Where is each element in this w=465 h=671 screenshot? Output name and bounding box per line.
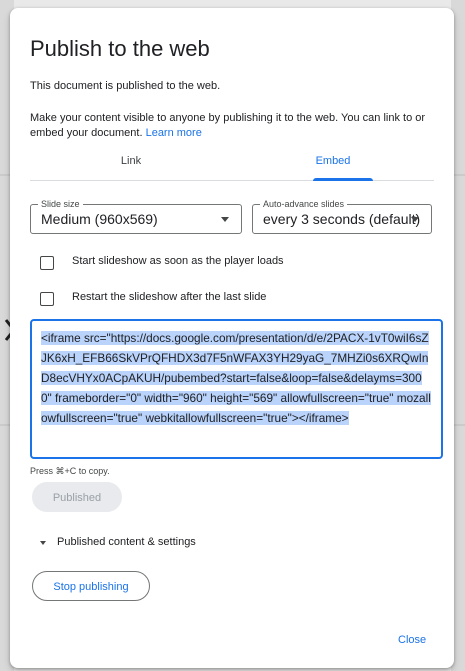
tab-link[interactable]: Link <box>30 148 232 180</box>
tab-bar: Link Embed <box>30 148 434 181</box>
slide-size-label: Slide size <box>38 198 83 210</box>
publish-status: This document is published to the web. <box>30 80 221 92</box>
embed-code-text: <iframe src="https://docs.google.com/pre… <box>41 331 431 425</box>
dropdown-arrow-icon <box>411 217 419 222</box>
expand-arrow-icon <box>40 541 46 545</box>
slide-size-select[interactable]: Slide size Medium (960x569) <box>30 198 242 234</box>
restart-after-last-label: Restart the slideshow after the last sli… <box>72 291 267 303</box>
description-text: Make your content visible to anyone by p… <box>30 112 426 139</box>
start-on-load-checkbox[interactable] <box>40 256 54 270</box>
dropdown-arrow-icon <box>221 217 229 222</box>
tab-embed[interactable]: Embed <box>232 148 434 180</box>
published-button: Published <box>32 482 122 512</box>
dialog-title: Publish to the web <box>30 36 210 61</box>
publish-dialog: Publish to the web This document is publ… <box>10 8 454 668</box>
slide-size-value: Medium (960x569) <box>41 211 158 227</box>
active-tab-indicator <box>313 178 373 181</box>
published-content-label: Published content & settings <box>57 536 196 548</box>
start-on-load-label: Start slideshow as soon as the player lo… <box>72 255 284 267</box>
restart-after-last-checkbox[interactable] <box>40 292 54 306</box>
close-button[interactable]: Close <box>392 633 432 647</box>
learn-more-link[interactable]: Learn more <box>146 127 202 139</box>
stop-publishing-button[interactable]: Stop publishing <box>32 571 150 601</box>
embed-code-textarea[interactable]: <iframe src="https://docs.google.com/pre… <box>30 319 443 459</box>
dialog-description: Make your content visible to anyone by p… <box>30 111 440 141</box>
copy-hint: Press ⌘+C to copy. <box>30 466 110 476</box>
auto-advance-value: every 3 seconds (default) <box>263 211 421 227</box>
auto-advance-select[interactable]: Auto-advance slides every 3 seconds (def… <box>252 198 432 234</box>
auto-advance-label: Auto-advance slides <box>260 198 348 210</box>
